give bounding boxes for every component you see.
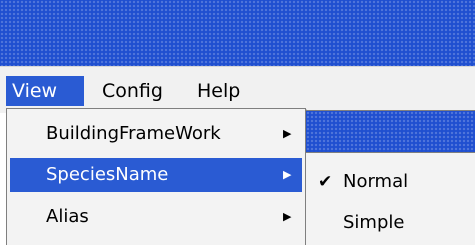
menu-item-species-name[interactable]: SpeciesName ▶ <box>10 158 302 192</box>
menu-item-label: Normal <box>343 171 409 192</box>
menu-item-label: Alias <box>46 206 89 227</box>
menu-item-label: SpeciesName <box>46 164 169 185</box>
menu-view[interactable]: View <box>6 76 84 106</box>
triangle-right-icon: ▶ <box>283 210 292 223</box>
checkmark-icon: ✔ <box>318 172 333 192</box>
triangle-right-icon: ▶ <box>283 127 292 140</box>
species-name-submenu: ✔ Normal Simple <box>305 152 475 245</box>
menu-config-label: Config <box>102 80 163 102</box>
menu-item-alias[interactable]: Alias ▶ <box>10 200 302 234</box>
menu-view-label: View <box>12 80 58 102</box>
menu-item-normal[interactable]: ✔ Normal <box>310 165 470 199</box>
view-dropdown-menu: BuildingFrameWork ▶ SpeciesName ▶ Alias … <box>6 108 306 245</box>
menu-item-building-framework[interactable]: BuildingFrameWork ▶ <box>10 117 302 151</box>
menu-item-simple[interactable]: Simple <box>310 206 470 240</box>
triangle-right-icon: ▶ <box>283 168 292 181</box>
building-framework-submenu-stub <box>305 110 475 154</box>
menu-bar: View Config Help <box>0 66 475 113</box>
menu-help[interactable]: Help <box>197 76 240 106</box>
menu-config[interactable]: Config <box>102 76 163 106</box>
menu-item-label: Simple <box>343 212 405 233</box>
menu-help-label: Help <box>197 80 241 102</box>
window-title-bar <box>0 0 475 66</box>
menu-item-label: BuildingFrameWork <box>46 123 221 144</box>
